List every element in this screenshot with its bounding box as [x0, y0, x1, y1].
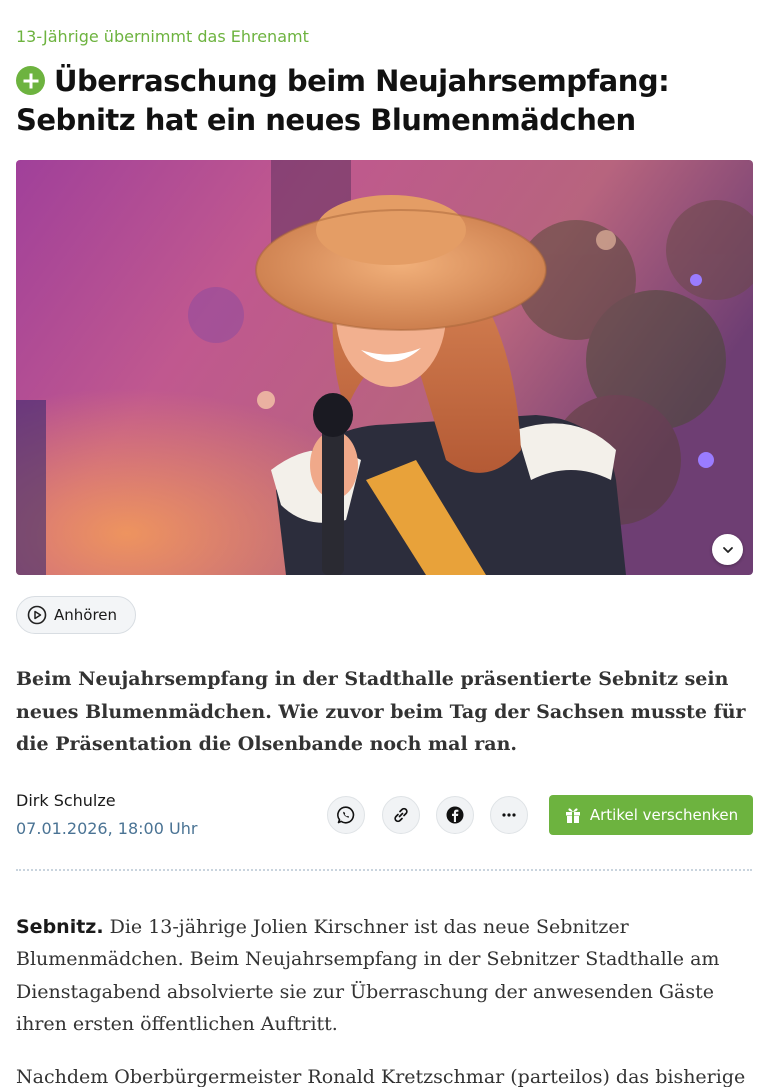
divider	[16, 869, 752, 871]
share-whatsapp-button[interactable]	[327, 796, 365, 834]
listen-label: Anhören	[54, 606, 118, 624]
copy-link-button[interactable]	[382, 796, 420, 834]
more-icon	[502, 813, 516, 817]
whatsapp-icon	[337, 806, 355, 824]
chevron-down-icon	[722, 546, 733, 553]
article-lead: Beim Neujahrsempfang in der Stadthalle p…	[16, 668, 746, 755]
play-circle-icon	[27, 605, 47, 625]
body-paragraph: Nachdem Oberbürgermeister Ronald Kretzsc…	[16, 1065, 746, 1087]
gift-article-button[interactable]: Artikel verschenken	[549, 795, 753, 835]
paragraph-text: Die 13-jährige Jolien Kirschner ist das …	[16, 916, 720, 1036]
facebook-icon	[446, 806, 464, 824]
hero-image[interactable]	[16, 160, 753, 575]
expand-caption-button[interactable]	[712, 534, 743, 565]
publish-date: 07.01.2026, 18:00 Uhr	[16, 819, 198, 838]
link-icon	[394, 807, 408, 823]
share-facebook-button[interactable]	[436, 796, 474, 834]
article-headline: Überraschung beim Neujahrsempfang: Sebni…	[16, 62, 736, 140]
gift-label: Artikel verschenken	[589, 806, 739, 824]
gift-icon	[565, 808, 580, 823]
headline-text: Überraschung beim Neujahrsempfang: Sebni…	[16, 64, 670, 137]
hero-photo	[16, 160, 753, 575]
article-kicker: 13-Jährige übernimmt das Ehrenamt	[16, 27, 309, 46]
author-name[interactable]: Dirk Schulze	[16, 791, 116, 810]
body-paragraph: Sebnitz. Die 13-jährige Jolien Kirschner…	[16, 911, 751, 1041]
listen-button[interactable]: Anhören	[16, 596, 137, 634]
more-share-button[interactable]	[490, 796, 528, 834]
plus-circle-icon	[16, 66, 45, 95]
dateline: Sebnitz.	[16, 916, 104, 938]
article-body: Sebnitz. Die 13-jährige Jolien Kirschner…	[16, 911, 751, 1087]
